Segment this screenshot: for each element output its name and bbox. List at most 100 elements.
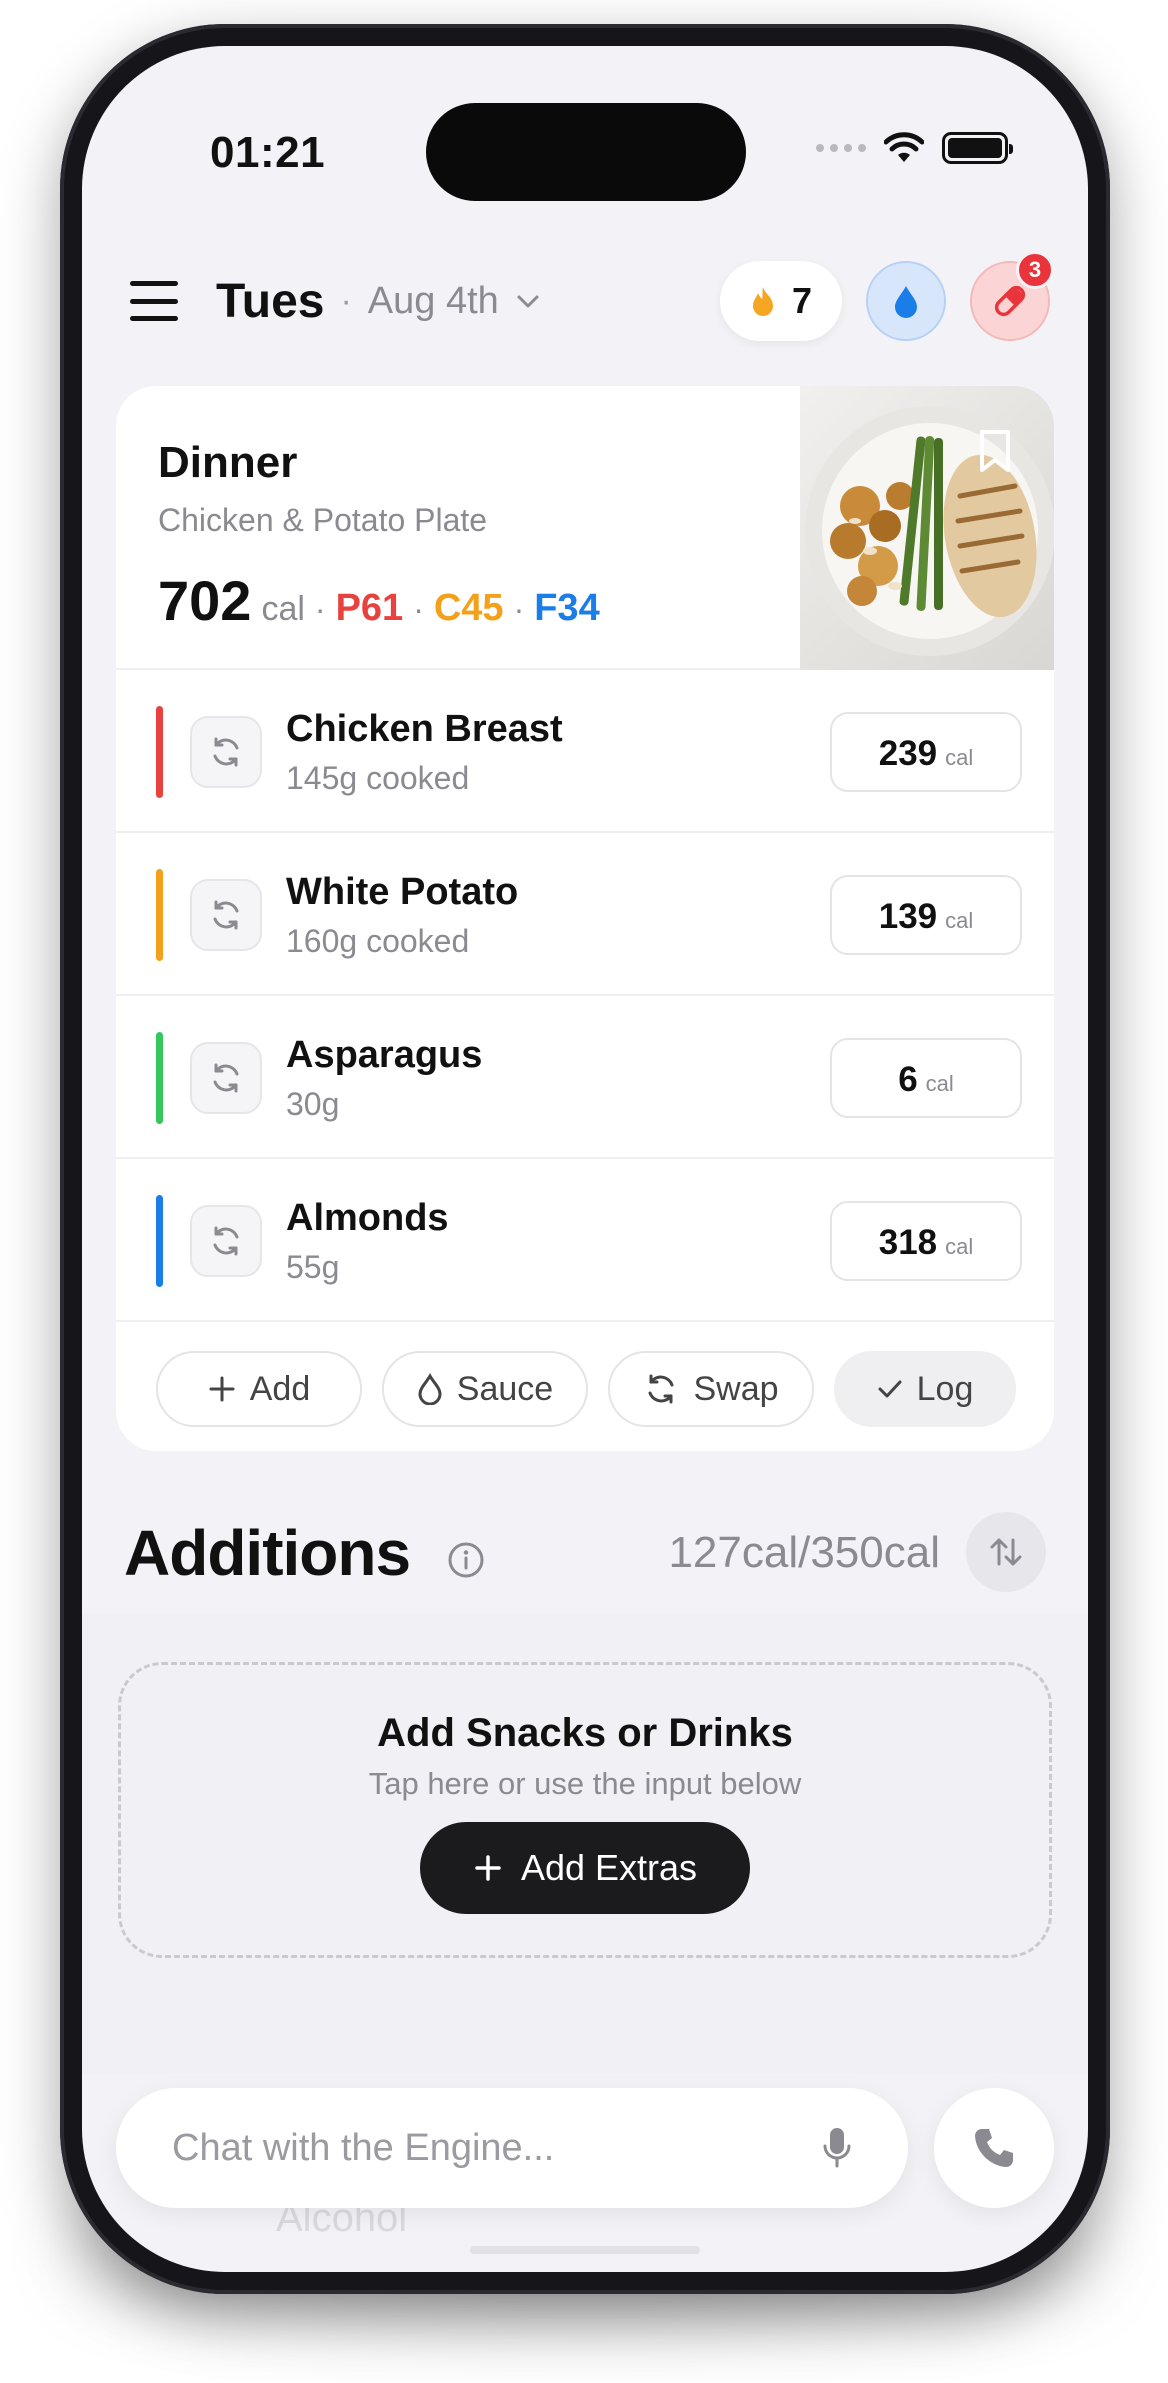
food-item-row[interactable]: Asparagus 30g 6 cal: [116, 996, 1054, 1159]
microphone-icon[interactable]: [822, 2126, 852, 2170]
food-calories-box[interactable]: 6 cal: [830, 1038, 1022, 1118]
fat-value: F34: [534, 587, 600, 629]
swap-item-button[interactable]: [190, 1205, 262, 1277]
swap-item-button[interactable]: [190, 1042, 262, 1114]
calories-unit: cal: [945, 908, 974, 933]
wifi-icon: [884, 132, 924, 162]
calories-unit: cal: [261, 590, 305, 628]
add-button[interactable]: Add: [156, 1351, 362, 1427]
food-calories: 139: [878, 897, 938, 936]
plus-icon: [475, 1855, 501, 1881]
macro-color-bar: [156, 1032, 163, 1124]
meal-macros: 702 cal · P61 · C45 · F34: [158, 568, 600, 633]
food-calories: 318: [878, 1223, 938, 1262]
food-item-row[interactable]: White Potato 160g cooked 139 cal: [116, 833, 1054, 996]
log-label: Log: [916, 1369, 974, 1408]
macro-color-bar: [156, 1195, 163, 1287]
food-calories: 239: [878, 734, 938, 773]
meal-name: Chicken & Potato Plate: [158, 502, 488, 538]
supplements-button[interactable]: 3: [970, 251, 1054, 341]
status-time: 01:21: [210, 128, 326, 177]
additions-total: 127cal/350cal: [668, 1528, 940, 1577]
food-calories-box[interactable]: 239 cal: [830, 712, 1022, 792]
water-button[interactable]: [866, 261, 946, 341]
food-quantity: 55g: [286, 1249, 340, 1285]
meal-calories: 702: [158, 569, 252, 632]
meal-card[interactable]: Dinner Chicken & Potato Plate 702 cal · …: [116, 386, 1054, 1451]
food-name: Chicken Breast: [286, 708, 563, 750]
app-screen: 01:21 Tues · Aug 4th 7 3 Dinner Chicken …: [82, 46, 1088, 2272]
phone-icon: [975, 2129, 1013, 2167]
separator-dot: ·: [513, 591, 525, 627]
food-calories-box[interactable]: 318 cal: [830, 1201, 1022, 1281]
checkmark-icon: [878, 1380, 902, 1398]
home-indicator[interactable]: [470, 2246, 700, 2254]
food-quantity: 145g cooked: [286, 760, 470, 796]
log-button[interactable]: Log: [834, 1351, 1016, 1427]
food-item-row[interactable]: Chicken Breast 145g cooked 239 cal: [116, 670, 1054, 833]
day-label: Tues: [216, 274, 325, 328]
empty-state-subtitle: Tap here or use the input below: [368, 1766, 802, 1801]
food-calories-box[interactable]: 139 cal: [830, 875, 1022, 955]
refresh-icon: [213, 1226, 239, 1256]
sort-button[interactable]: [966, 1512, 1046, 1592]
calories-unit: cal: [945, 1234, 974, 1259]
refresh-icon: [648, 1374, 674, 1404]
macro-color-bar: [156, 869, 163, 961]
status-icons: [816, 132, 1013, 164]
swap-item-button[interactable]: [190, 879, 262, 951]
add-label: Add: [249, 1369, 311, 1408]
food-name: White Potato: [286, 871, 519, 913]
separator-dot: ·: [340, 281, 352, 320]
dynamic-island: [426, 103, 746, 201]
bookmark-icon[interactable]: [978, 428, 1012, 474]
signal-icon: [816, 144, 866, 152]
separator-dot: ·: [413, 591, 424, 627]
header-actions: 7 3: [719, 251, 1054, 341]
chevron-down-icon[interactable]: [513, 286, 543, 316]
meal-actions: Add Sauce Swap Log: [156, 1351, 1016, 1427]
menu-icon[interactable]: [130, 281, 178, 321]
call-button[interactable]: [934, 2088, 1054, 2208]
plate-illustration: [805, 406, 1054, 656]
food-name: Almonds: [286, 1197, 449, 1239]
sauce-button[interactable]: Sauce: [382, 1351, 588, 1427]
streak-button[interactable]: 7: [719, 261, 842, 341]
food-quantity: 30g: [286, 1086, 340, 1122]
food-name: Asparagus: [286, 1034, 483, 1076]
chat-bar[interactable]: [116, 2088, 908, 2208]
meal-photo[interactable]: [800, 386, 1054, 670]
meal-type: Dinner: [158, 438, 298, 487]
notification-badge: 3: [1016, 251, 1054, 289]
plus-icon: [209, 1376, 235, 1402]
separator-dot: ·: [314, 591, 326, 627]
additions-title: Additions: [124, 1517, 411, 1589]
add-extras-label: Add Extras: [520, 1847, 698, 1888]
date-selector[interactable]: Aug 4th: [368, 280, 499, 323]
macro-color-bar: [156, 706, 163, 798]
meal-header: Dinner Chicken & Potato Plate 702 cal · …: [116, 386, 1054, 670]
carbs-value: C45: [433, 587, 504, 629]
sort-arrows-icon: [990, 1538, 1022, 1566]
add-extras-button[interactable]: Add Extras: [420, 1822, 750, 1914]
empty-state-title: Add Snacks or Drinks: [377, 1711, 793, 1755]
info-icon[interactable]: [446, 1540, 486, 1580]
protein-value: P61: [335, 587, 404, 629]
refresh-icon: [213, 737, 239, 767]
refresh-icon: [213, 1063, 239, 1093]
water-drop-icon: [895, 286, 917, 318]
pill-icon: [994, 285, 1026, 317]
drop-icon: [418, 1373, 442, 1405]
food-calories: 6: [898, 1060, 918, 1099]
refresh-icon: [213, 900, 239, 930]
calories-unit: cal: [925, 1071, 954, 1096]
sauce-label: Sauce: [456, 1369, 554, 1408]
calories-unit: cal: [945, 745, 974, 770]
food-quantity: 160g cooked: [286, 923, 470, 959]
add-snacks-dropzone[interactable]: Add Snacks or Drinks Tap here or use the…: [118, 1662, 1052, 1958]
food-item-row[interactable]: Almonds 55g 318 cal: [116, 1159, 1054, 1322]
header: Tues · Aug 4th 7 3: [130, 246, 1054, 356]
chat-input[interactable]: [172, 2126, 822, 2170]
swap-item-button[interactable]: [190, 716, 262, 788]
swap-button[interactable]: Swap: [608, 1351, 814, 1427]
